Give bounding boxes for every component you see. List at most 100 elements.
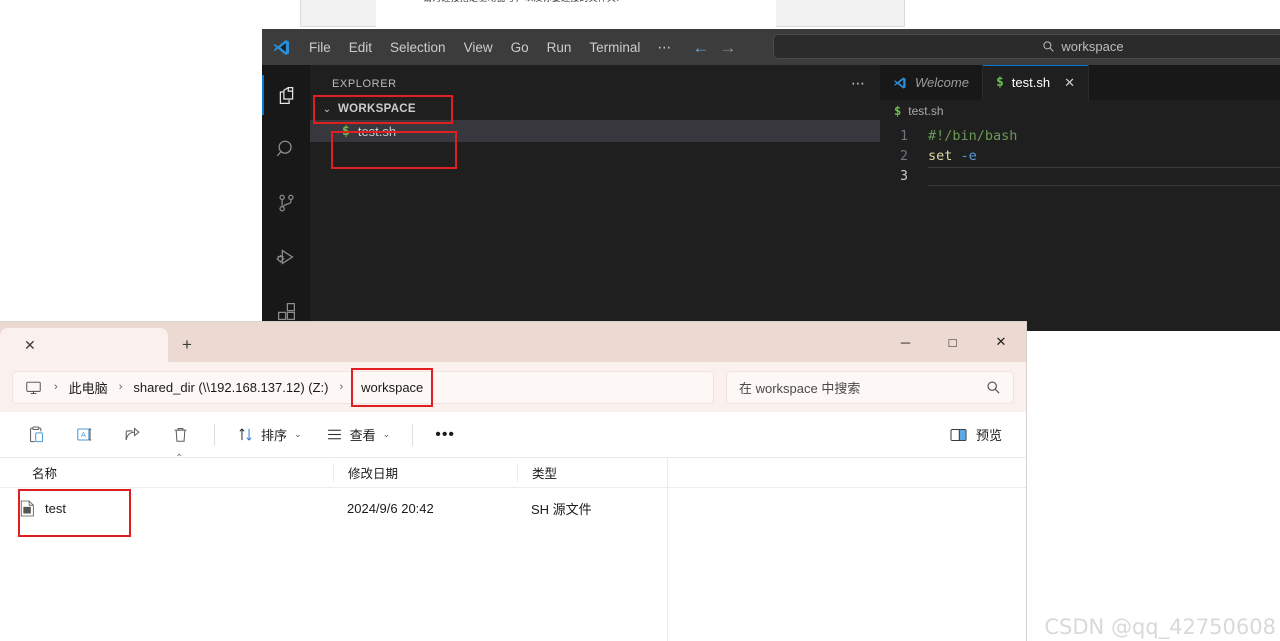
search-icon — [1042, 40, 1055, 53]
vscode-nav-arrows: ← → — [692, 39, 736, 56]
workspace-folder-label: WORKSPACE — [338, 103, 416, 115]
breadcrumb-separator: › — [116, 381, 126, 393]
file-explorer-window: ✕ + ─ □ ✕ › 此电脑 › sh — [0, 322, 1026, 641]
code-line-3: 3 — [880, 166, 1280, 186]
file-list-header: 名称 ⌃ 修改日期 类型 — [0, 458, 1026, 488]
explorer-more-button[interactable]: ⋯ — [851, 75, 866, 92]
tab-welcome-label: Welcome — [915, 75, 969, 90]
paste-button[interactable] — [12, 418, 60, 452]
explorer-title: EXPLORER — [332, 78, 397, 90]
vscode-editor-area: Welcome $ test.sh ✕ $ test.sh 1 #!/bin — [880, 65, 1280, 331]
maximize-button[interactable]: □ — [929, 322, 976, 362]
column-header-name[interactable]: 名称 ⌃ — [0, 463, 333, 482]
navigate-back-icon[interactable]: ← — [692, 39, 709, 56]
code-token-set: set — [928, 148, 961, 164]
code-token-flag-e: -e — [961, 148, 977, 164]
tab-test-sh[interactable]: $ test.sh ✕ — [983, 65, 1089, 100]
breadcrumb-this-pc[interactable]: 此电脑 — [63, 375, 114, 400]
menu-run[interactable]: Run — [538, 37, 581, 58]
menu-overflow-button[interactable]: ⋯ — [649, 36, 680, 59]
close-icon[interactable]: ✕ — [24, 337, 36, 354]
address-bar[interactable]: › 此电脑 › shared_dir (\\192.168.137.12) (Z… — [12, 371, 714, 404]
minimize-button[interactable]: ─ — [882, 322, 929, 362]
chevron-down-icon: ⌄ — [294, 429, 302, 440]
view-icon — [326, 426, 343, 443]
vscode-menu-bar[interactable]: File Edit Selection View Go Run Terminal… — [300, 36, 680, 59]
file-type-cell: SH 源文件 — [517, 499, 667, 518]
activity-source-control-button[interactable] — [262, 183, 310, 223]
view-label: 查看 — [350, 425, 376, 444]
rename-button[interactable]: A — [60, 418, 108, 452]
preview-pane-button[interactable]: 预览 — [949, 425, 1014, 444]
line-number: 1 — [880, 129, 928, 144]
editor-breadcrumb[interactable]: $ test.sh — [880, 100, 1280, 122]
navigate-forward-icon[interactable]: → — [719, 39, 736, 56]
menu-file[interactable]: File — [300, 37, 340, 58]
code-line-2: 2 set -e — [880, 146, 1280, 166]
tab-welcome[interactable]: Welcome — [880, 65, 983, 100]
search-placeholder: 在 workspace 中搜索 — [739, 378, 860, 397]
share-button[interactable] — [108, 418, 156, 452]
sort-icon — [237, 426, 254, 443]
activity-run-debug-button[interactable] — [262, 237, 310, 277]
breadcrumb-shared-dir[interactable]: shared_dir (\\192.168.137.12) (Z:) — [127, 377, 334, 398]
vscode-title-bar: File Edit Selection View Go Run Terminal… — [262, 29, 1280, 65]
shell-file-icon: $ — [996, 75, 1004, 90]
activity-search-button[interactable] — [262, 129, 310, 169]
menu-selection[interactable]: Selection — [381, 37, 455, 58]
menu-edit[interactable]: Edit — [340, 37, 381, 58]
delete-button[interactable] — [156, 418, 204, 452]
tab-test-sh-label: test.sh — [1012, 75, 1050, 90]
command-center-value: workspace — [1061, 39, 1123, 54]
explorer-command-bar: A — [0, 412, 1026, 458]
breadcrumb-file-label: test.sh — [908, 104, 943, 118]
menu-terminal[interactable]: Terminal — [580, 37, 649, 58]
chevron-down-icon: ⌄ — [320, 104, 334, 115]
more-options-button[interactable]: ••• — [423, 418, 467, 452]
map-network-drive-dialog: 请为连接指定驱动器号，以及你要连接的文件夹: — [300, 0, 905, 27]
menu-view[interactable]: View — [455, 37, 502, 58]
file-name-label: test — [45, 501, 66, 516]
breadcrumb-workspace[interactable]: workspace — [351, 368, 433, 407]
dialog-instruction-text: 请为连接指定驱动器号，以及你要连接的文件夹: — [423, 0, 619, 4]
screenshot-root: 请为连接指定驱动器号，以及你要连接的文件夹: File Edit Selecti… — [0, 0, 1280, 641]
svg-text:A: A — [80, 431, 85, 439]
activity-explorer-button[interactable] — [262, 75, 310, 115]
file-date-cell: 2024/9/6 20:42 — [333, 501, 517, 516]
column-header-date[interactable]: 修改日期 — [333, 463, 517, 482]
close-button[interactable]: ✕ — [976, 322, 1026, 362]
toolbar-divider — [412, 424, 413, 446]
vscode-window: File Edit Selection View Go Run Terminal… — [262, 29, 1280, 331]
explorer-nav-bar: › 此电脑 › shared_dir (\\192.168.137.12) (Z… — [0, 362, 1026, 412]
sh-file-icon — [20, 500, 35, 517]
sort-button[interactable]: 排序 ⌄ — [225, 418, 314, 452]
menu-go[interactable]: Go — [502, 37, 538, 58]
window-controls: ─ □ ✕ — [882, 322, 1026, 362]
current-line-highlight — [928, 167, 1280, 186]
explorer-section-workspace[interactable]: ⌄ WORKSPACE — [310, 98, 880, 120]
chevron-down-icon: ⌄ — [383, 429, 391, 440]
close-icon[interactable]: ✕ — [1064, 75, 1075, 91]
shell-file-icon: $ — [894, 104, 901, 118]
search-input[interactable]: 在 workspace 中搜索 — [726, 371, 1014, 404]
code-editor[interactable]: 1 #!/bin/bash 2 set -e 3 — [880, 122, 1280, 186]
code-line-1: 1 #!/bin/bash — [880, 126, 1280, 146]
table-row[interactable]: test 2024/9/6 20:42 SH 源文件 — [0, 488, 1026, 528]
command-center-input[interactable]: workspace — [773, 34, 1280, 59]
vscode-logo-icon — [262, 38, 300, 57]
view-button[interactable]: 查看 ⌄ — [314, 418, 403, 452]
vscode-body: EXPLORER ⋯ ⌄ WORKSPACE $ test.sh — [262, 65, 1280, 331]
explorer-title-bar: ✕ + ─ □ ✕ — [0, 322, 1026, 362]
explorer-tab[interactable]: ✕ — [0, 328, 168, 362]
sort-ascending-icon: ⌃ — [175, 453, 183, 464]
column-header-type[interactable]: 类型 — [517, 463, 667, 482]
vscode-logo-icon — [893, 76, 907, 90]
preview-label: 预览 — [976, 425, 1002, 444]
file-name-cell[interactable]: test — [0, 500, 333, 517]
this-pc-icon[interactable] — [19, 379, 49, 396]
explorer-file-label: test.sh — [358, 124, 396, 139]
new-tab-button[interactable]: + — [168, 328, 206, 362]
vscode-explorer-sidebar: EXPLORER ⋯ ⌄ WORKSPACE $ test.sh — [310, 65, 880, 331]
column-name-label: 名称 — [32, 467, 57, 481]
explorer-file-test-sh[interactable]: $ test.sh — [310, 120, 880, 142]
